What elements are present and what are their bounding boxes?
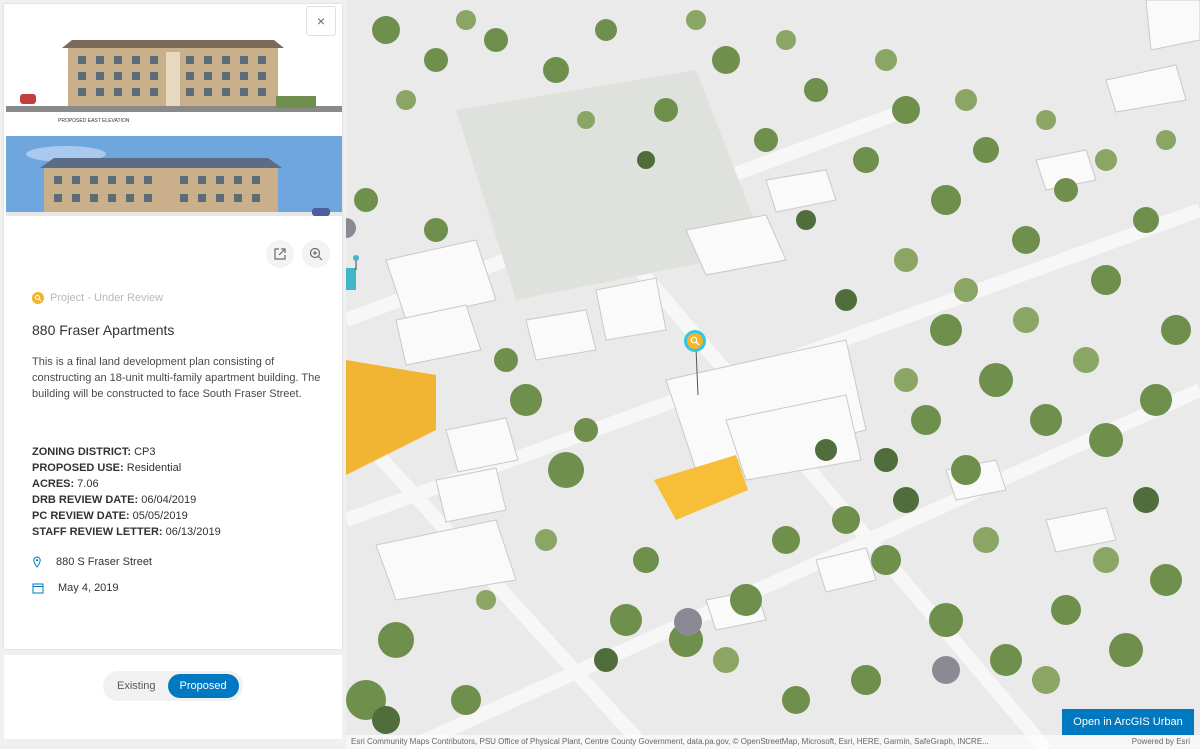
- existing-proposed-toggle[interactable]: Existing Proposed: [103, 671, 243, 701]
- calendar-icon: [32, 583, 44, 594]
- project-fields: ZONING DISTRICT: CP3 PROPOSED USE: Resid…: [32, 444, 221, 540]
- location-pin-icon: [33, 556, 41, 568]
- project-description: This is a final land development plan co…: [32, 356, 321, 400]
- panel-footer: Existing Proposed: [4, 655, 342, 739]
- open-in-arcgis-urban-button[interactable]: Open in ArcGIS Urban: [1062, 709, 1194, 735]
- map-attribution: Esri Community Maps Contributors, PSU Of…: [346, 735, 1200, 749]
- date-text: May 4, 2019: [58, 582, 119, 594]
- scene-view[interactable]: Open in ArcGIS Urban Esri Community Maps…: [346, 0, 1200, 749]
- project-title: 880 Fraser Apartments: [32, 322, 175, 338]
- field-staff-review-letter: STAFF REVIEW LETTER: 06/13/2019: [32, 526, 221, 538]
- field-drb-review-date: DRB REVIEW DATE: 06/04/2019: [32, 494, 197, 506]
- project-status: Project - Under Review: [32, 292, 163, 304]
- project-image-gallery[interactable]: PROPOSED EAST ELEVATION: [6, 36, 342, 216]
- address-row: 880 S Fraser Street: [32, 556, 152, 568]
- open-external-icon: [274, 248, 286, 260]
- attribution-text: Esri Community Maps Contributors, PSU Of…: [351, 737, 989, 746]
- zoom-to-button[interactable]: [302, 240, 330, 268]
- date-row: May 4, 2019: [32, 582, 119, 594]
- powered-by-esri[interactable]: Powered by Esri: [1132, 735, 1190, 749]
- toggle-proposed[interactable]: Proposed: [167, 674, 239, 698]
- project-card: × PROPOSED EAST ELEVATION Project - Unde…: [4, 4, 342, 649]
- field-zoning-district: ZONING DISTRICT: CP3: [32, 446, 156, 458]
- building-elevation-images: PROPOSED EAST ELEVATION: [6, 36, 342, 216]
- field-acres: ACRES: 7.06: [32, 478, 99, 490]
- address-text: 880 S Fraser Street: [56, 556, 152, 568]
- field-proposed-use: PROPOSED USE: Residential: [32, 462, 182, 474]
- elevation-caption: PROPOSED EAST ELEVATION: [58, 118, 130, 124]
- project-panel: × PROPOSED EAST ELEVATION Project - Unde…: [0, 0, 346, 749]
- zoom-in-icon: [309, 247, 323, 261]
- close-button[interactable]: ×: [306, 6, 336, 36]
- close-icon: ×: [316, 13, 326, 29]
- magnifier-badge-icon: [32, 292, 44, 304]
- toggle-existing[interactable]: Existing: [103, 680, 168, 692]
- project-marker[interactable]: [687, 333, 703, 349]
- city-3d-scene[interactable]: [346, 0, 1200, 749]
- status-label: Project - Under Review: [50, 292, 164, 304]
- open-external-button[interactable]: [266, 240, 294, 268]
- field-pc-review-date: PC REVIEW DATE: 05/05/2019: [32, 510, 188, 522]
